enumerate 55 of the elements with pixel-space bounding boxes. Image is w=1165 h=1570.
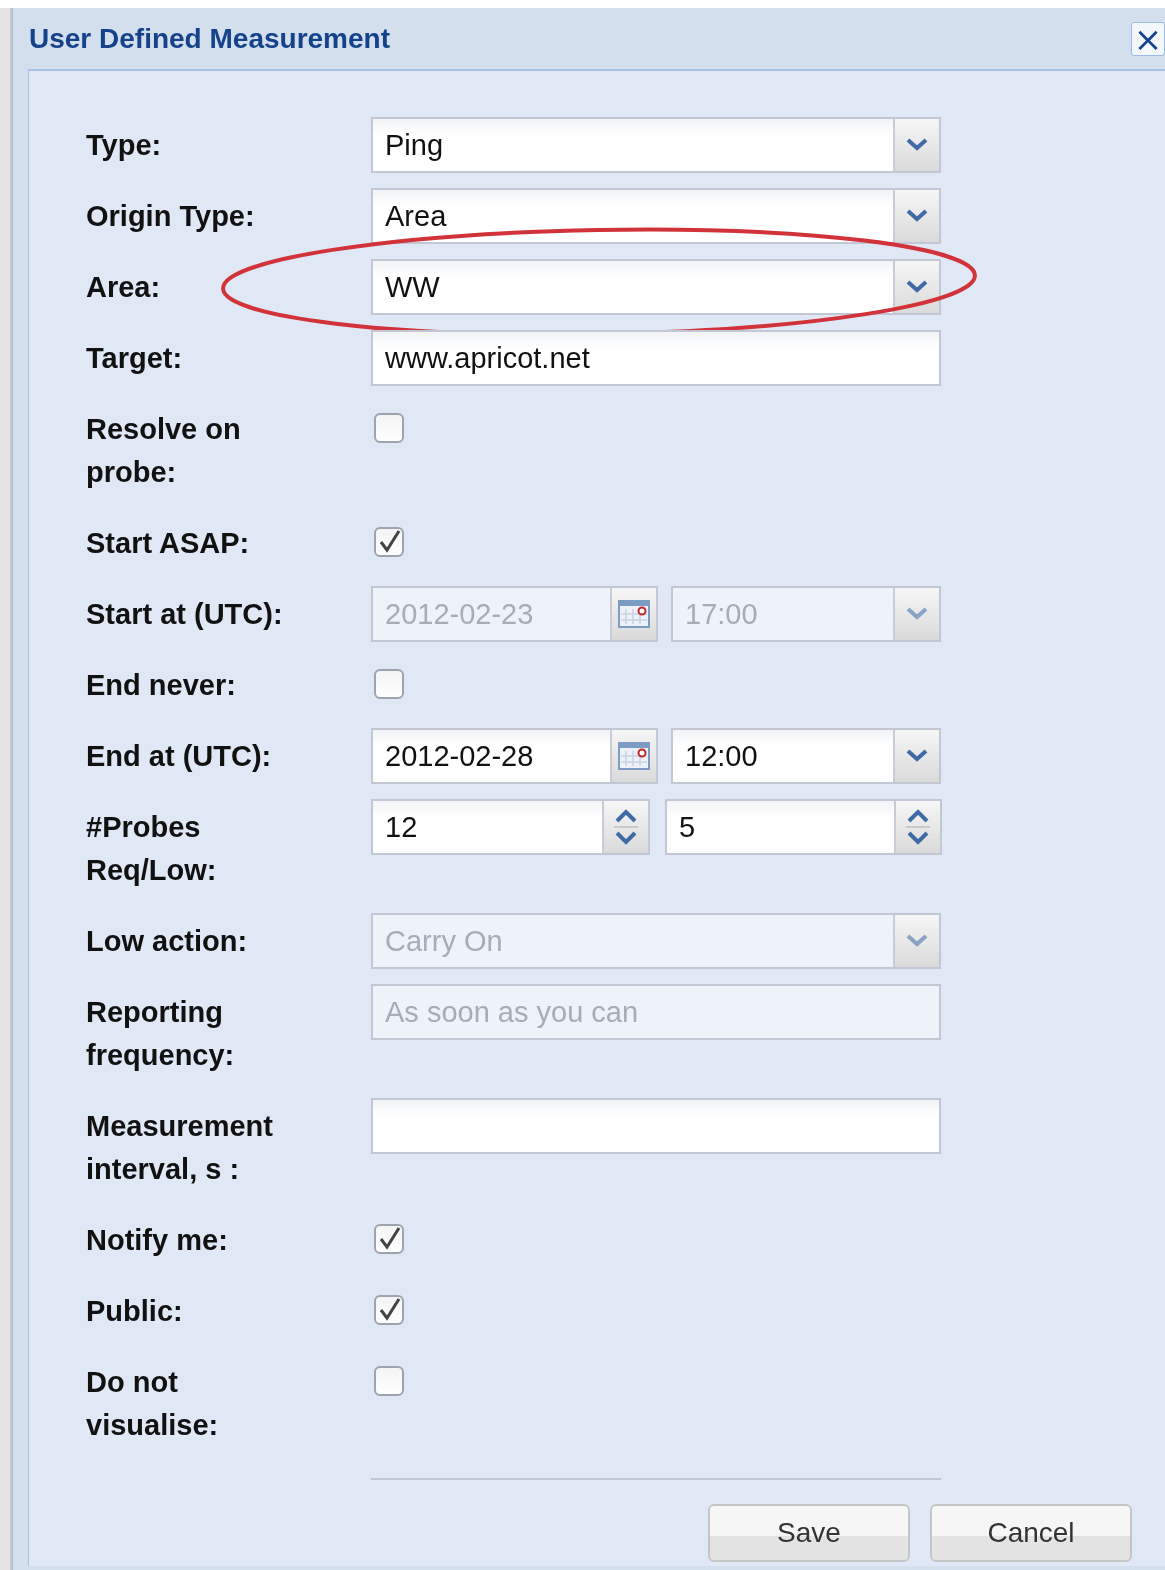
- field-label: Target:: [86, 341, 184, 376]
- field-label: Measurement interval, s :: [86, 1109, 274, 1187]
- dropdown-value: Carry On: [384, 924, 503, 958]
- checkbox[interactable]: [374, 1295, 404, 1325]
- dropdown-field[interactable]: Ping: [371, 117, 941, 173]
- field-label: Low action:: [86, 924, 249, 959]
- chevron-down-icon: [906, 607, 928, 621]
- field-label: #Probes Req/Low:: [86, 810, 218, 888]
- checkbox[interactable]: [374, 669, 404, 699]
- date-value: 2012-02-23: [384, 597, 534, 631]
- date-field[interactable]: 2012-02-28: [371, 728, 658, 784]
- chevron-down-icon: [906, 138, 928, 152]
- dialog-button[interactable]: Cancel: [930, 1504, 1132, 1562]
- field-label: Origin Type:: [86, 199, 256, 234]
- text-field[interactable]: [371, 1098, 941, 1154]
- text-field[interactable]: www.apricot.net: [371, 330, 941, 386]
- spinner-value: 5: [678, 810, 696, 844]
- chevron-down-icon: [906, 209, 928, 223]
- time-dropdown[interactable]: 12:00: [671, 728, 941, 784]
- number-spinner[interactable]: 12: [371, 799, 650, 855]
- field-label: Reporting frequency:: [86, 995, 236, 1073]
- calendar-icon: [618, 599, 650, 629]
- field-value: As soon as you can: [384, 995, 639, 1029]
- field-label: Start ASAP:: [86, 526, 251, 561]
- dropdown-value: Area: [384, 199, 447, 233]
- time-value: 12:00: [684, 739, 758, 773]
- date-value: 2012-02-28: [384, 739, 534, 773]
- field-label: End at (UTC):: [86, 739, 273, 774]
- checkbox[interactable]: [374, 1366, 404, 1396]
- field-label: Notify me:: [86, 1223, 229, 1258]
- field-label: Type:: [86, 128, 163, 163]
- field-label: Do not visualise:: [86, 1365, 220, 1443]
- close-button[interactable]: ×: [1131, 21, 1165, 56]
- field-label: End never:: [86, 668, 237, 703]
- calendar-icon: [618, 741, 650, 771]
- chevron-down-icon: [906, 749, 928, 763]
- time-value: 17:00: [684, 597, 758, 631]
- field-label: Area:: [86, 270, 162, 305]
- field-label: Public:: [86, 1294, 184, 1329]
- field-label: Start at (UTC):: [86, 597, 284, 632]
- dropdown-field[interactable]: Area: [371, 188, 941, 244]
- spinner-value: 12: [384, 810, 418, 844]
- number-spinner[interactable]: 5: [665, 799, 942, 855]
- dropdown-value: WW: [384, 270, 440, 304]
- dropdown-value: Ping: [384, 128, 444, 162]
- checkbox[interactable]: [374, 527, 404, 557]
- checkbox[interactable]: [374, 1224, 404, 1254]
- field-value: www.apricot.net: [384, 341, 590, 375]
- field-label: Resolve on probe:: [86, 412, 242, 490]
- window-title: User Defined Measurement: [29, 22, 390, 55]
- dialog-button[interactable]: Save: [708, 1504, 910, 1562]
- chevron-down-icon: [906, 280, 928, 294]
- checkbox[interactable]: [374, 413, 404, 443]
- chevron-down-icon: [906, 934, 928, 948]
- dropdown-field[interactable]: WW: [371, 259, 941, 315]
